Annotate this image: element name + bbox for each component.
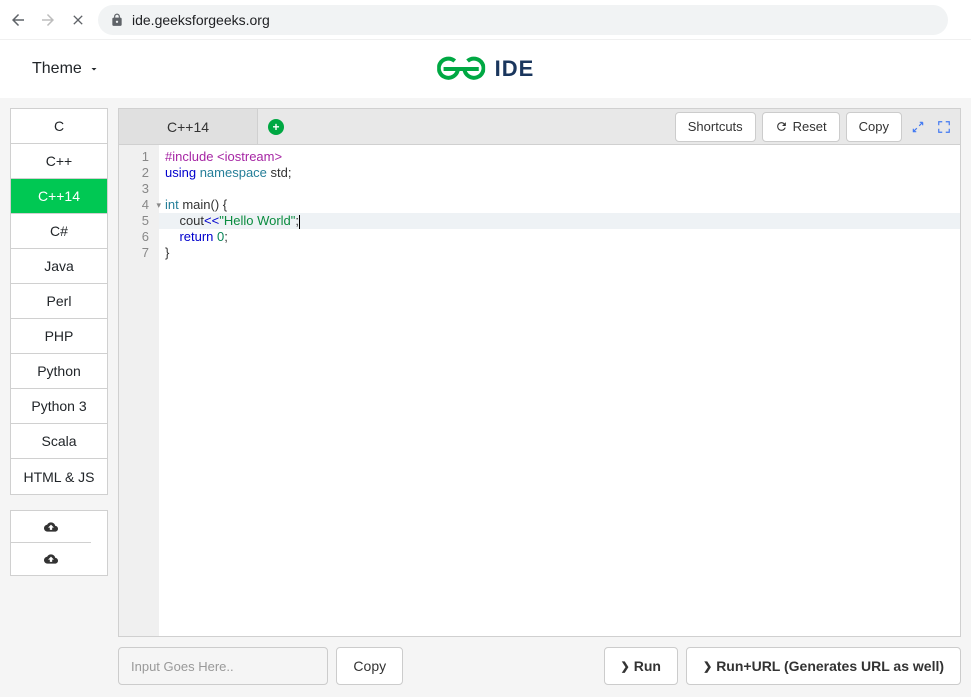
line-number: 2 (119, 165, 159, 181)
code-line[interactable]: int main() { (159, 197, 960, 213)
language-item[interactable]: Python (11, 354, 107, 389)
reset-label: Reset (793, 119, 827, 134)
theme-dropdown[interactable]: Theme (32, 60, 100, 78)
shortcuts-button[interactable]: Shortcuts (675, 112, 756, 142)
refresh-icon (775, 120, 788, 133)
line-number: 7 (119, 245, 159, 261)
sidebar: CC++C++14C#JavaPerlPHPPythonPython 3Scal… (10, 108, 108, 687)
text-cursor (299, 215, 300, 229)
code-line[interactable]: #include <iostream> (159, 149, 960, 165)
code-line[interactable]: return 0; (159, 229, 960, 245)
line-number: 4▾ (119, 197, 159, 213)
chevron-right-icon: ❯ (703, 660, 712, 673)
stop-button[interactable] (68, 10, 88, 30)
reset-button[interactable]: Reset (762, 112, 840, 142)
line-number: 3 (119, 181, 159, 197)
fullscreen-icon[interactable] (937, 120, 951, 134)
upload-button-1[interactable] (11, 511, 91, 543)
run-label: Run (634, 658, 661, 674)
close-icon (70, 12, 86, 28)
main-area: CC++C++14C#JavaPerlPHPPythonPython 3Scal… (0, 98, 971, 697)
app-header: Theme IDE (0, 40, 971, 98)
code-editor[interactable]: 1234▾567 #include <iostream>using namesp… (118, 144, 961, 637)
copy-button[interactable]: Copy (846, 112, 902, 142)
chevron-down-icon (88, 63, 100, 75)
browser-bar: ide.geeksforgeeks.org (0, 0, 971, 40)
editor-tab[interactable]: C++14 (119, 109, 258, 145)
toolbar-actions: Shortcuts Reset Copy (675, 112, 960, 142)
cloud-upload-icon (44, 520, 58, 534)
run-url-button[interactable]: ❯ Run+URL (Generates URL as well) (686, 647, 961, 685)
add-tab-button[interactable]: + (258, 109, 294, 145)
run-url-label: Run+URL (Generates URL as well) (716, 658, 944, 674)
copy-output-button[interactable]: Copy (336, 647, 403, 685)
stdin-placeholder: Input Goes Here.. (131, 659, 234, 674)
bottom-bar: Input Goes Here.. Copy ❯ Run ❯ Run+URL (… (118, 645, 961, 687)
url-text: ide.geeksforgeeks.org (132, 12, 270, 28)
language-item[interactable]: C# (11, 214, 107, 249)
language-item[interactable]: Perl (11, 284, 107, 319)
cloud-upload-icon (44, 552, 58, 566)
expand-icon[interactable] (911, 120, 925, 134)
code-line[interactable]: } (159, 245, 960, 261)
language-item[interactable]: HTML & JS (11, 459, 107, 494)
language-item[interactable]: C++14 (11, 179, 107, 214)
chevron-right-icon: ❯ (621, 660, 630, 673)
code-content[interactable]: #include <iostream>using namespace std; i… (159, 145, 960, 636)
back-button[interactable] (8, 10, 28, 30)
run-button[interactable]: ❯ Run (604, 647, 678, 685)
editor-tabs: C++14 + Shortcuts Reset Copy (118, 108, 961, 144)
language-item[interactable]: C++ (11, 144, 107, 179)
code-line[interactable]: cout<<"Hello World"; (159, 213, 960, 229)
line-number: 1 (119, 149, 159, 165)
brand-logo[interactable]: IDE (437, 54, 535, 84)
editor-area: C++14 + Shortcuts Reset Copy 1234▾567 #i… (118, 108, 961, 687)
line-number: 5 (119, 213, 159, 229)
code-line[interactable] (159, 181, 960, 197)
forward-button[interactable] (38, 10, 58, 30)
code-line[interactable]: using namespace std; (159, 165, 960, 181)
language-item[interactable]: Java (11, 249, 107, 284)
language-item[interactable]: Python 3 (11, 389, 107, 424)
upload-area (10, 510, 108, 576)
arrow-right-icon (39, 11, 57, 29)
arrow-left-icon (9, 11, 27, 29)
upload-button-2[interactable] (11, 543, 91, 575)
lock-icon (110, 13, 124, 27)
gfg-logo-icon (437, 54, 485, 84)
brand-text: IDE (495, 56, 535, 82)
stdin-input[interactable]: Input Goes Here.. (118, 647, 328, 685)
language-list: CC++C++14C#JavaPerlPHPPythonPython 3Scal… (10, 108, 108, 495)
plus-icon: + (268, 119, 284, 135)
line-gutter: 1234▾567 (119, 145, 159, 636)
language-item[interactable]: PHP (11, 319, 107, 354)
line-number: 6 (119, 229, 159, 245)
fold-icon[interactable]: ▾ (156, 200, 161, 211)
url-bar[interactable]: ide.geeksforgeeks.org (98, 5, 948, 35)
theme-label: Theme (32, 60, 82, 78)
language-item[interactable]: C (11, 109, 107, 144)
language-item[interactable]: Scala (11, 424, 107, 459)
